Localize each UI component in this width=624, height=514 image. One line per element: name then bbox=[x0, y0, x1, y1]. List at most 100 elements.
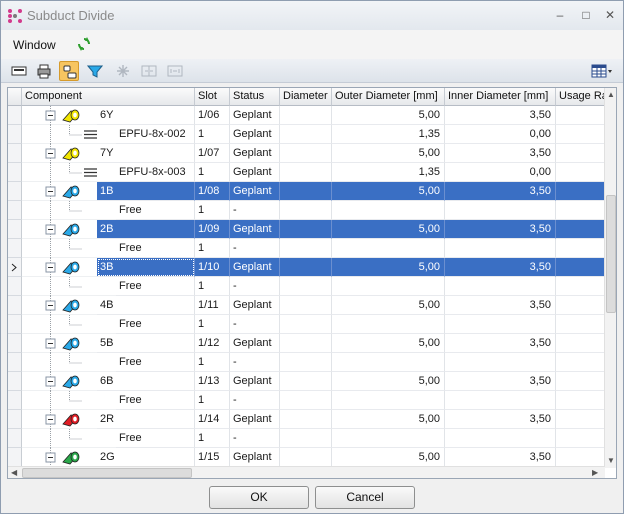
cell-inner-diameter[interactable]: 3,50 bbox=[445, 296, 556, 315]
split-icon[interactable] bbox=[139, 61, 159, 81]
row-indicator[interactable] bbox=[8, 353, 22, 372]
table-row[interactable]: 2B 1/09 Geplant 5,00 3,50 bbox=[8, 220, 605, 239]
cell-slot[interactable]: 1 bbox=[195, 277, 230, 296]
cell-status[interactable]: Geplant bbox=[230, 296, 280, 315]
cell-status[interactable]: Geplant bbox=[230, 410, 280, 429]
cell-outer-diameter[interactable]: 5,00 bbox=[332, 296, 445, 315]
cell-usage-ratio[interactable] bbox=[556, 239, 605, 258]
table-row[interactable]: 6B 1/13 Geplant 5,00 3,50 bbox=[8, 372, 605, 391]
table-row[interactable]: 6Y 1/06 Geplant 5,00 3,50 bbox=[8, 106, 605, 125]
cell-outer-diameter[interactable]: 5,00 bbox=[332, 448, 445, 467]
cell-diameter[interactable] bbox=[280, 125, 332, 144]
column-chooser-icon[interactable] bbox=[589, 61, 615, 81]
cell-component[interactable]: Free bbox=[116, 277, 195, 296]
cell-outer-diameter[interactable] bbox=[332, 391, 445, 410]
snowflake-icon[interactable] bbox=[113, 61, 133, 81]
cell-component[interactable]: 6B bbox=[97, 372, 195, 391]
cell-outer-diameter[interactable]: 5,00 bbox=[332, 258, 445, 277]
cell-status[interactable]: Geplant bbox=[230, 144, 280, 163]
cell-diameter[interactable] bbox=[280, 315, 332, 334]
cell-slot[interactable]: 1/14 bbox=[195, 410, 230, 429]
cell-inner-diameter[interactable] bbox=[445, 353, 556, 372]
row-indicator[interactable] bbox=[8, 315, 22, 334]
cell-component[interactable]: Free bbox=[116, 353, 195, 372]
cell-diameter[interactable] bbox=[280, 144, 332, 163]
cell-slot[interactable]: 1/10 bbox=[195, 258, 230, 277]
cell-inner-diameter[interactable] bbox=[445, 201, 556, 220]
row-indicator[interactable] bbox=[8, 144, 22, 163]
cell-inner-diameter[interactable] bbox=[445, 315, 556, 334]
cell-status[interactable]: - bbox=[230, 353, 280, 372]
cell-component[interactable]: 6Y bbox=[97, 106, 195, 125]
table-row[interactable]: Free 1- bbox=[8, 429, 605, 448]
cell-outer-diameter[interactable]: 5,00 bbox=[332, 410, 445, 429]
cell-status[interactable]: Geplant bbox=[230, 334, 280, 353]
table-row[interactable]: Free 1- bbox=[8, 201, 605, 220]
cell-outer-diameter[interactable]: 5,00 bbox=[332, 220, 445, 239]
column-header-slot[interactable]: Slot bbox=[195, 88, 230, 106]
cell-outer-diameter[interactable] bbox=[332, 277, 445, 296]
cell-slot[interactable]: 1 bbox=[195, 429, 230, 448]
cell-diameter[interactable] bbox=[280, 296, 332, 315]
cell-usage-ratio[interactable] bbox=[556, 106, 605, 125]
cell-diameter[interactable] bbox=[280, 277, 332, 296]
cell-diameter[interactable] bbox=[280, 106, 332, 125]
cell-component[interactable]: 2B bbox=[97, 220, 195, 239]
cell-component[interactable]: 3B bbox=[97, 258, 195, 277]
table-row[interactable]: 5B 1/12 Geplant 5,00 3,50 bbox=[8, 334, 605, 353]
cell-slot[interactable]: 1 bbox=[195, 239, 230, 258]
horizontal-scrollbar[interactable]: ◀ ▶ bbox=[8, 466, 605, 478]
cell-inner-diameter[interactable]: 3,50 bbox=[445, 220, 556, 239]
column-header-usage-ratio[interactable]: Usage Ratio bbox=[556, 88, 605, 106]
cell-component[interactable]: Free bbox=[116, 391, 195, 410]
vertical-scrollbar[interactable]: ▲ ▼ bbox=[604, 88, 616, 468]
cell-diameter[interactable] bbox=[280, 258, 332, 277]
column-header-component[interactable]: Component bbox=[22, 88, 195, 106]
cell-inner-diameter[interactable] bbox=[445, 277, 556, 296]
cell-status[interactable]: - bbox=[230, 201, 280, 220]
cell-outer-diameter[interactable]: 1,35 bbox=[332, 125, 445, 144]
cell-outer-diameter[interactable] bbox=[332, 201, 445, 220]
cell-usage-ratio[interactable] bbox=[556, 334, 605, 353]
table-row[interactable]: Free 1- bbox=[8, 391, 605, 410]
cell-outer-diameter[interactable]: 5,00 bbox=[332, 182, 445, 201]
cell-slot[interactable]: 1/15 bbox=[195, 448, 230, 467]
cell-slot[interactable]: 1/06 bbox=[195, 106, 230, 125]
cell-status[interactable]: - bbox=[230, 315, 280, 334]
cell-component[interactable]: Free bbox=[116, 429, 195, 448]
table-row[interactable]: Free 1- bbox=[8, 277, 605, 296]
cell-usage-ratio[interactable] bbox=[556, 125, 605, 144]
row-indicator[interactable] bbox=[8, 182, 22, 201]
cell-component[interactable]: 2G bbox=[97, 448, 195, 467]
cell-slot[interactable]: 1 bbox=[195, 201, 230, 220]
cell-status[interactable]: Geplant bbox=[230, 372, 280, 391]
cell-component[interactable]: 7Y bbox=[97, 144, 195, 163]
cell-slot[interactable]: 1/09 bbox=[195, 220, 230, 239]
cell-usage-ratio[interactable] bbox=[556, 372, 605, 391]
cell-inner-diameter[interactable]: 3,50 bbox=[445, 144, 556, 163]
cell-usage-ratio[interactable] bbox=[556, 296, 605, 315]
cell-component[interactable]: Free bbox=[116, 239, 195, 258]
column-header-diameter[interactable]: Diameter bbox=[280, 88, 332, 106]
cell-inner-diameter[interactable] bbox=[445, 239, 556, 258]
row-indicator[interactable] bbox=[8, 106, 22, 125]
title-bar[interactable]: Subduct Divide – □ ✕ bbox=[1, 1, 623, 30]
row-indicator[interactable] bbox=[8, 372, 22, 391]
cell-component[interactable]: 4B bbox=[97, 296, 195, 315]
cell-status[interactable]: Geplant bbox=[230, 258, 280, 277]
cell-status[interactable]: Geplant bbox=[230, 106, 280, 125]
scroll-up-icon[interactable]: ▲ bbox=[607, 90, 615, 99]
table-row[interactable]: Free 1- bbox=[8, 239, 605, 258]
cell-outer-diameter[interactable]: 1,35 bbox=[332, 163, 445, 182]
cell-status[interactable]: Geplant bbox=[230, 448, 280, 467]
cell-slot[interactable]: 1 bbox=[195, 353, 230, 372]
merge-icon[interactable] bbox=[165, 61, 185, 81]
print-icon[interactable] bbox=[34, 61, 54, 81]
cell-usage-ratio[interactable] bbox=[556, 410, 605, 429]
cell-outer-diameter[interactable] bbox=[332, 353, 445, 372]
cell-slot[interactable]: 1/08 bbox=[195, 182, 230, 201]
cell-inner-diameter[interactable]: 3,50 bbox=[445, 372, 556, 391]
cell-inner-diameter[interactable]: 3,50 bbox=[445, 334, 556, 353]
table-row[interactable]: Free 1- bbox=[8, 315, 605, 334]
cell-inner-diameter[interactable] bbox=[445, 429, 556, 448]
